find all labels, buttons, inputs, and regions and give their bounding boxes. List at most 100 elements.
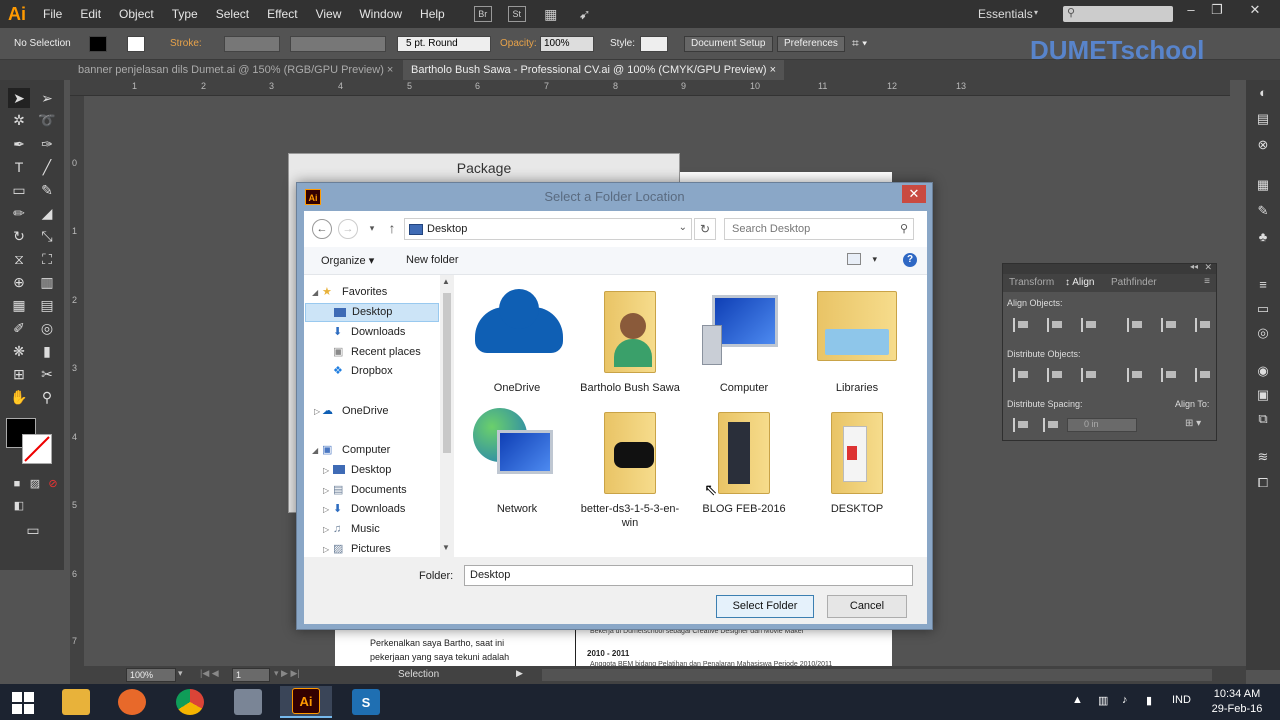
gpu-performance-icon[interactable]: ➹ — [576, 6, 594, 22]
appearance-icon[interactable]: ◉ — [1254, 362, 1272, 380]
artboards-icon[interactable]: ⧠ — [1254, 474, 1272, 492]
zoom-chevron-icon[interactable]: ▾ — [178, 668, 183, 679]
eyedropper-tool-icon[interactable]: ✐ — [8, 318, 30, 338]
distribute-left-icon[interactable] — [1127, 368, 1143, 382]
chrome-icon[interactable] — [164, 686, 216, 718]
view-options-icon[interactable] — [847, 253, 861, 265]
tray-expand-icon[interactable]: ▲ — [1072, 694, 1083, 706]
screen-recorder-icon[interactable]: S — [340, 686, 392, 718]
item-libraries[interactable]: Libraries — [801, 285, 913, 395]
align-top-icon[interactable] — [1127, 318, 1143, 332]
mesh-tool-icon[interactable]: ▦ — [8, 295, 30, 315]
refresh-icon[interactable]: ↻ — [694, 218, 716, 240]
type-tool-icon[interactable]: T — [8, 157, 30, 177]
color-guide-icon[interactable]: ▤ — [1254, 110, 1272, 128]
tab-banner-document[interactable]: banner penjelasan dils Dumet.ai @ 150% (… — [70, 60, 401, 80]
free-transform-tool-icon[interactable]: ⛶ — [36, 249, 58, 269]
lasso-tool-icon[interactable]: ➰ — [36, 110, 58, 130]
tree-music[interactable]: ▷ ♫ Music — [304, 520, 440, 539]
preferences-button[interactable]: Preferences — [777, 36, 845, 52]
rotate-tool-icon[interactable]: ↻ — [8, 226, 30, 246]
document-setup-button[interactable]: Document Setup — [684, 36, 773, 52]
help-icon[interactable]: ? — [903, 253, 917, 267]
battery-tray-icon[interactable]: ▮ — [1146, 694, 1152, 707]
slice-tool-icon[interactable]: ✂ — [36, 364, 58, 384]
tree-computer-desktop[interactable]: ▷ Desktop — [304, 461, 440, 480]
expand-arrow-icon[interactable]: ▷ — [323, 540, 329, 557]
horizontal-scrollbar[interactable] — [542, 669, 1212, 681]
scroll-up-icon[interactable]: ▲ — [442, 277, 450, 286]
draw-mode-icon[interactable]: ◧ — [8, 496, 30, 516]
tree-documents[interactable]: ▷ ▤ Documents — [304, 481, 440, 500]
bridge-icon[interactable]: Br — [473, 6, 492, 22]
view-options-chevron-icon[interactable]: ▾ — [872, 254, 877, 265]
network-tray-icon[interactable]: ▥ — [1098, 694, 1108, 707]
stock-icon[interactable]: St — [507, 6, 526, 22]
expand-arrow-icon[interactable]: ▷ — [323, 520, 329, 539]
tree-recent-places[interactable]: ▣ Recent places — [304, 343, 440, 362]
keyboard-language[interactable]: IND — [1172, 694, 1191, 706]
organize-menu[interactable]: Organize ▾ — [321, 254, 374, 267]
tree-favorites[interactable]: ◢ ★ Favorites — [304, 283, 440, 302]
panel-header[interactable]: ◂◂ ✕ — [1003, 262, 1216, 274]
menu-file[interactable]: File — [34, 0, 71, 28]
distribute-bottom-icon[interactable] — [1081, 368, 1097, 382]
align-to-selection-icon[interactable]: ⊞ ▾ — [1185, 418, 1201, 429]
collapse-panel-icon[interactable]: ◂◂ — [1190, 262, 1198, 271]
search-desktop-input[interactable]: Search Desktop ⚲ — [724, 218, 914, 240]
spacing-value-field[interactable]: 0 in — [1067, 418, 1137, 432]
perspective-grid-tool-icon[interactable]: ▥ — [36, 272, 58, 292]
help-search-input[interactable]: ⚲ — [1063, 6, 1173, 22]
navigation-scrollbar[interactable]: ▲ ▼ — [440, 275, 454, 557]
shape-builder-tool-icon[interactable]: ⊕ — [8, 272, 30, 292]
item-bartholo-bush-sawa[interactable]: Bartholo Bush Sawa — [574, 285, 686, 395]
close-icon[interactable]: ✕ — [1244, 2, 1266, 22]
width-tool-icon[interactable]: ⧖ — [8, 249, 30, 269]
blend-tool-icon[interactable]: ◎ — [36, 318, 58, 338]
color-panel-icon[interactable]: ◐ — [1254, 84, 1272, 102]
restore-icon[interactable]: ❐ — [1206, 2, 1228, 22]
hand-tool-icon[interactable]: ✋ — [8, 387, 30, 407]
item-better-ds3[interactable]: better-ds3-1-5-3-en-win — [574, 406, 686, 530]
distribute-horizontal-center-icon[interactable] — [1161, 368, 1177, 382]
tree-favorites-downloads[interactable]: ⬇ Downloads — [304, 323, 440, 342]
item-network[interactable]: Network — [461, 406, 573, 516]
horizontal-distribute-space-icon[interactable] — [1043, 418, 1059, 432]
selection-tool-icon[interactable]: ➤ — [8, 88, 30, 108]
pen-tool-icon[interactable]: ✒ — [8, 134, 30, 154]
panel-menu-icon[interactable]: ≡ — [1204, 276, 1210, 287]
pencil-tool-icon[interactable]: ✏ — [8, 203, 30, 223]
menu-object[interactable]: Object — [110, 0, 163, 28]
expand-arrow-icon[interactable]: ▷ — [323, 481, 329, 500]
line-tool-icon[interactable]: ╱ — [36, 157, 58, 177]
graphic-style-picker[interactable] — [640, 36, 668, 52]
swatches-icon[interactable]: ▦ — [1254, 176, 1272, 194]
symbols-icon[interactable]: ♣ — [1254, 228, 1272, 246]
magic-wand-tool-icon[interactable]: ✲ — [8, 110, 30, 130]
zoom-field[interactable]: 100% — [126, 668, 176, 682]
menu-effect[interactable]: Effect — [258, 0, 306, 28]
artboard-number-field[interactable]: 1 — [232, 668, 270, 682]
distribute-right-icon[interactable] — [1195, 368, 1211, 382]
tree-pictures[interactable]: ▷ ▨ Pictures — [304, 540, 440, 557]
item-computer[interactable]: Computer — [688, 285, 800, 395]
layers-icon[interactable]: ⧉ — [1254, 410, 1272, 428]
expand-arrow-icon[interactable]: ▷ — [323, 500, 329, 519]
direct-selection-tool-icon[interactable]: ➢ — [36, 88, 58, 108]
transparency-icon[interactable]: ◎ — [1254, 324, 1272, 342]
brushes-icon[interactable]: ✎ — [1254, 202, 1272, 220]
gradient-tool-icon[interactable]: ▤ — [36, 295, 58, 315]
tree-onedrive[interactable]: ▷ ☁ OneDrive — [304, 402, 440, 421]
address-chevron-icon[interactable]: ⌄ — [679, 222, 687, 233]
tab-cv-document[interactable]: Bartholo Bush Sawa - Professional CV.ai … — [403, 60, 785, 80]
symbol-sprayer-tool-icon[interactable]: ❋ — [8, 341, 30, 361]
recent-locations-chevron-icon[interactable]: ▾ — [362, 219, 382, 239]
fill-color-swatch[interactable] — [89, 36, 107, 52]
scale-tool-icon[interactable]: ⤡ — [36, 226, 58, 246]
distribute-vertical-center-icon[interactable] — [1047, 368, 1063, 382]
volume-tray-icon[interactable]: ♪ — [1122, 694, 1128, 706]
up-arrow-icon[interactable]: ↑ — [382, 219, 402, 239]
align-left-icon[interactable] — [1013, 318, 1029, 332]
vertical-distribute-space-icon[interactable] — [1013, 418, 1029, 432]
next-artboard-icon[interactable]: ▾ ▶ ▶| — [274, 668, 300, 679]
